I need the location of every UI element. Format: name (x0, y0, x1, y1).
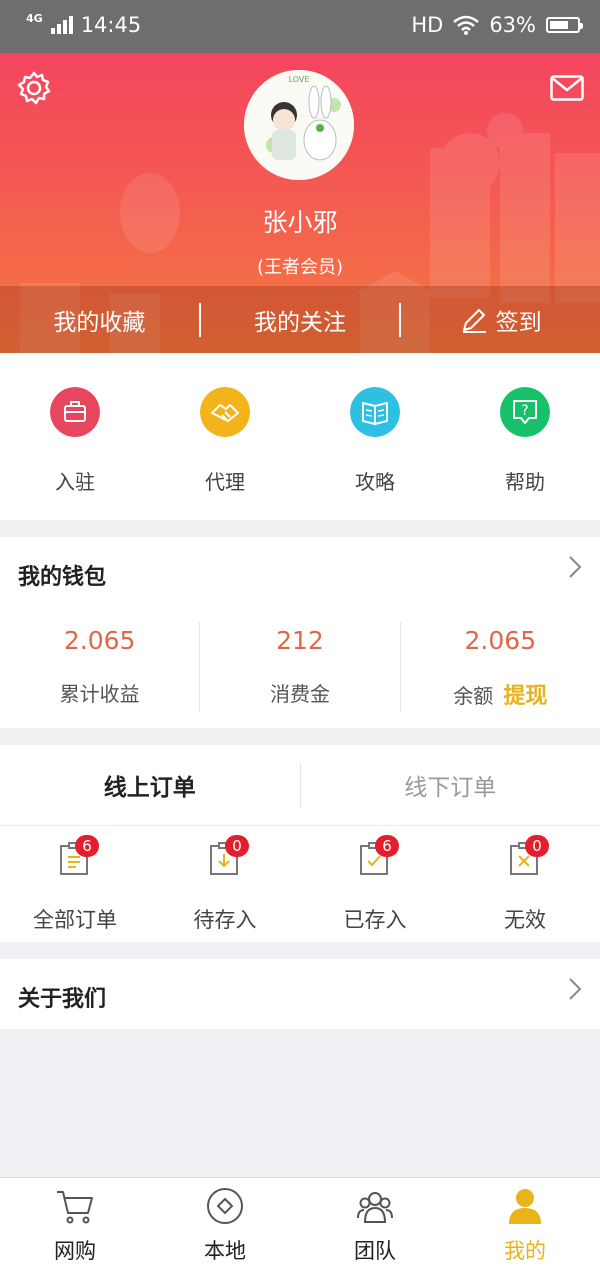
order-count-badge: 6 (375, 835, 399, 857)
withdraw-button[interactable]: 提现 (503, 684, 547, 709)
local-icon (205, 1186, 245, 1226)
chevron-right-icon[interactable] (568, 555, 582, 579)
network-type: 4G (26, 12, 43, 25)
svg-text:LOVE: LOVE (289, 75, 310, 84)
member-level: (王者会员) (0, 253, 600, 279)
tab-label: 网购 (0, 1235, 150, 1265)
wallet-value: 212 (200, 626, 399, 655)
order-category-invalid[interactable]: 0 无效 (450, 826, 600, 942)
about-us-title: 关于我们 (18, 981, 106, 1013)
chevron-right-icon (568, 977, 582, 1001)
order-category-label: 全部订单 (0, 904, 150, 934)
checkin-label: 签到 (496, 303, 542, 337)
quick-item-label: 入驻 (0, 466, 150, 495)
orders-card: 线上订单 线下订单 6 全部订单 0 待存入 6 已存入 0 无效 (0, 745, 600, 942)
order-category-pending[interactable]: 0 待存入 (150, 826, 300, 942)
checkin-button[interactable]: 签到 (401, 303, 600, 337)
my-follows-label: 我的关注 (254, 303, 346, 337)
battery-percent: 63% (489, 13, 536, 37)
quick-item-guide[interactable]: 攻略 (300, 353, 450, 520)
team-icon (355, 1186, 395, 1226)
book-icon (350, 387, 400, 437)
profile-header: LOVE 张小邪 (王者会员) 我的收藏 我的关注 签到 (0, 53, 600, 353)
quick-menu: 入驻 代理 攻略 ? 帮助 (0, 353, 600, 520)
quick-item-help[interactable]: ? 帮助 (450, 353, 600, 520)
avatar[interactable]: LOVE (244, 70, 354, 180)
help-chat-icon: ? (500, 387, 550, 437)
wallet-label: 消费金 (200, 678, 399, 707)
tab-label: 团队 (300, 1235, 450, 1265)
tab-team[interactable]: 团队 (300, 1178, 450, 1268)
order-category-label: 已存入 (300, 904, 450, 934)
quick-item-label: 代理 (150, 466, 300, 495)
bottom-tab-bar: 网购 本地 团队 我的 (0, 1177, 600, 1268)
signal-icon (51, 16, 73, 34)
pencil-icon (460, 306, 488, 334)
briefcase-icon (50, 387, 100, 437)
order-count-badge: 6 (75, 835, 99, 857)
order-category-deposited[interactable]: 6 已存入 (300, 826, 450, 942)
cart-icon (55, 1186, 95, 1226)
profile-icon (505, 1186, 545, 1226)
tab-local[interactable]: 本地 (150, 1178, 300, 1268)
wallet-label: 累计收益 (0, 678, 199, 707)
order-count-badge: 0 (525, 835, 549, 857)
order-category-label: 无效 (450, 904, 600, 934)
wallet-value: 2.065 (0, 626, 199, 655)
wallet-total-earnings[interactable]: 2.065 累计收益 (0, 622, 199, 712)
quick-item-label: 攻略 (300, 466, 450, 495)
battery-icon (546, 17, 580, 33)
wallet-balance[interactable]: 2.065 余额提现 (400, 622, 600, 712)
wallet-label: 余额 (453, 684, 493, 708)
quick-item-label: 帮助 (450, 466, 600, 495)
status-bar: 4G 14:45 HD 63% (0, 0, 600, 53)
tab-offline-orders[interactable]: 线下订单 (301, 768, 600, 802)
clock: 14:45 (81, 13, 142, 37)
order-category-all[interactable]: 6 全部订单 (0, 826, 150, 942)
tab-online-orders[interactable]: 线上订单 (0, 768, 300, 802)
order-category-label: 待存入 (150, 904, 300, 934)
svg-text:?: ? (521, 403, 528, 419)
wallet-card: 我的钱包 2.065 累计收益 212 消费金 2.065 余额提现 (0, 537, 600, 728)
hd-indicator: HD (411, 13, 443, 37)
header-action-bar: 我的收藏 我的关注 签到 (0, 286, 600, 353)
tab-online-shopping[interactable]: 网购 (0, 1178, 150, 1268)
wifi-icon (453, 15, 479, 35)
tab-mine[interactable]: 我的 (450, 1178, 600, 1268)
my-favorites-label: 我的收藏 (53, 303, 145, 337)
tab-label: 本地 (150, 1235, 300, 1265)
my-favorites-button[interactable]: 我的收藏 (0, 303, 199, 337)
quick-item-agent[interactable]: 代理 (150, 353, 300, 520)
my-follows-button[interactable]: 我的关注 (201, 303, 400, 337)
quick-item-join[interactable]: 入驻 (0, 353, 150, 520)
wallet-consumption-credit[interactable]: 212 消费金 (199, 622, 399, 712)
settings-gear-icon[interactable] (16, 70, 52, 106)
avatar-illustration: LOVE (244, 70, 354, 180)
tab-label: 我的 (450, 1235, 600, 1265)
wallet-title: 我的钱包 (18, 559, 106, 591)
about-us-row[interactable]: 关于我们 (0, 959, 600, 1029)
order-count-badge: 0 (225, 835, 249, 857)
handshake-icon (200, 387, 250, 437)
user-name: 张小邪 (0, 203, 600, 239)
wallet-balance-row: 余额提现 (401, 678, 600, 710)
wallet-value: 2.065 (401, 626, 600, 655)
message-mail-icon[interactable] (550, 75, 584, 101)
